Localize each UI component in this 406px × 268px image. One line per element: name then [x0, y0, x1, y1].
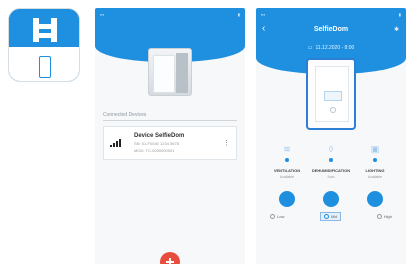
divider: [103, 120, 237, 121]
logo-icon: [33, 18, 57, 42]
option-low[interactable]: Low: [270, 214, 284, 219]
mode-label: DEHUMIDIFICATION: [311, 168, 351, 173]
mode-indicator: [329, 158, 333, 162]
page-title: SelfieDom: [313, 26, 349, 33]
mode-ventilation: ≋ VENTILATION Available: [266, 144, 308, 207]
device-text: Device SelfieDom SN: 01-F0040 1234 5678 …: [134, 133, 223, 153]
option-label: Mid: [330, 214, 338, 219]
bluetooth-icon[interactable]: ✱: [394, 26, 399, 33]
date-time: ▭ 11.12.2020 - 8:00: [296, 43, 366, 53]
device-image: [306, 58, 356, 130]
battery-status-icon: ▮: [237, 11, 240, 17]
date-text: 11.12.2020 - 8:00: [315, 45, 355, 51]
mode-lighting: ▣ LIGHTING Available: [354, 144, 396, 207]
option-icon: [323, 214, 329, 219]
add-device-button[interactable]: [160, 252, 180, 264]
device-front: [153, 55, 175, 93]
speed-options: Low Mid High: [270, 212, 392, 221]
option-mid[interactable]: Mid: [319, 212, 342, 221]
mode-label: LIGHTING: [365, 168, 385, 173]
phone-screen-devices: ▪▪▪ ▮ Connected Devices Device SelfieDom…: [95, 8, 245, 264]
mode-label: VENTILATION: [273, 168, 301, 173]
more-options-icon[interactable]: ⋮: [223, 139, 230, 147]
mode-status: Available: [367, 175, 383, 179]
dehumidification-toggle-button[interactable]: [323, 191, 339, 207]
device-front: [315, 66, 349, 122]
option-icon: [270, 214, 275, 219]
fan-icon: ≋: [283, 144, 291, 154]
lighting-toggle-button[interactable]: [367, 191, 383, 207]
status-bar: ▪▪▪ ▮: [256, 8, 406, 20]
mode-dehumidification: ◊ DEHUMIDIFICATION Auto: [310, 144, 352, 207]
device-button: [330, 107, 336, 113]
calendar-icon: ▭: [307, 45, 313, 51]
mode-indicator: [373, 158, 377, 162]
mode-controls: ≋ VENTILATION Available ◊ DEHUMIDIFICATI…: [266, 144, 396, 207]
device-list-item[interactable]: Device SelfieDom SN: 01-F0040 1234 5678 …: [103, 126, 237, 160]
mode-status: Available: [279, 175, 295, 179]
option-label: Low: [277, 214, 285, 219]
signal-status-icon: ▪▪▪: [261, 11, 266, 17]
mode-status: Auto: [327, 175, 335, 179]
option-label: High: [383, 214, 392, 219]
device-display: [324, 91, 342, 101]
app-icon[interactable]: [8, 8, 80, 82]
plus-icon: [166, 258, 174, 264]
section-label: Connected Devices: [103, 112, 147, 118]
lamp-icon: ▣: [370, 144, 380, 154]
device-model: MOD: TC-0000000001: [134, 148, 175, 153]
mode-indicator: [285, 158, 289, 162]
phone-screen-device-detail: ▪▪▪ ▮ ‹ SelfieDom ✱ ▭ 11.12.2020 - 8:00 …: [256, 8, 406, 264]
option-high[interactable]: High: [376, 214, 392, 219]
signal-icon: [110, 139, 124, 147]
status-bar: ▪▪▪ ▮: [95, 8, 245, 20]
device-outline-icon: [39, 56, 51, 78]
device-image: [148, 48, 192, 96]
device-side: [176, 53, 188, 93]
ventilation-toggle-button[interactable]: [279, 191, 295, 207]
option-icon: [376, 214, 382, 219]
device-name: Device SelfieDom: [134, 133, 185, 139]
signal-status-icon: ▪▪▪: [100, 11, 105, 17]
device-serial: SN: 01-F0040 1234 5678: [134, 141, 179, 146]
battery-status-icon: ▮: [398, 11, 401, 17]
drop-icon: ◊: [328, 144, 334, 154]
